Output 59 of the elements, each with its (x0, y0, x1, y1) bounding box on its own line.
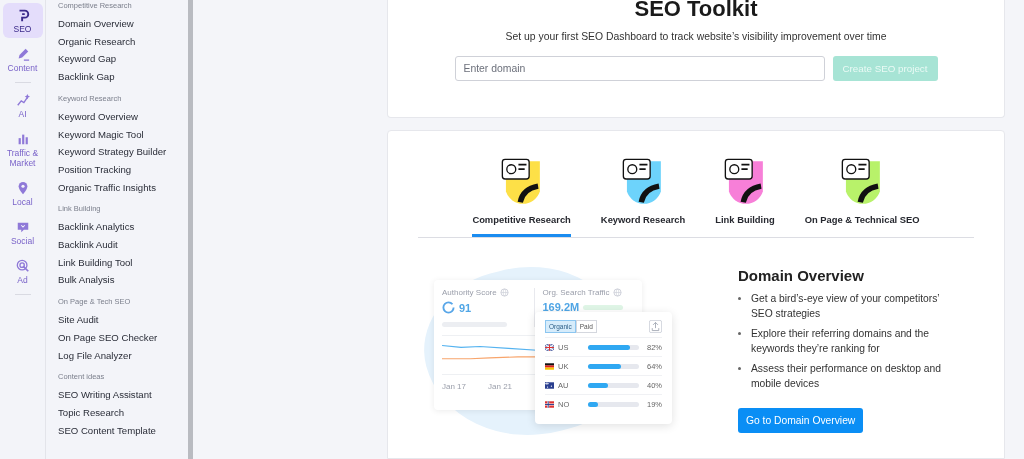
subtitle: Set up your first SEO Dashboard to track website’s visibility improvement over time (505, 31, 887, 42)
scrollbar[interactable] (188, 0, 193, 459)
rail-item[interactable]: Ad (2, 254, 43, 289)
target-icon (15, 259, 30, 273)
bullet-text: Get a bird’s-eye view of your competitors’ SEO strategies (751, 292, 941, 321)
menu-item[interactable]: Keyword Magic Tool (58, 125, 188, 144)
page-title: SEO Toolkit (634, 0, 758, 23)
metric-value: 169.2M (542, 301, 580, 313)
globe-icon (612, 288, 622, 297)
upload-icon[interactable] (649, 320, 662, 333)
sparkle-icon (15, 93, 30, 107)
tab[interactable]: Competitive Research (472, 204, 571, 237)
menu-item[interactable]: On Page SEO Checker (58, 328, 188, 347)
menu-item[interactable]: Bulk Analysis (58, 271, 188, 290)
tab[interactable]: Keyword Research (600, 204, 686, 237)
flag-icon (545, 400, 554, 408)
flag-icon (545, 362, 554, 370)
menu-item[interactable]: SEO Writing Assistant (58, 386, 188, 404)
menu-item[interactable]: Link Building Tool (58, 253, 188, 272)
metric-label: Authority Score (442, 288, 497, 297)
globe-icon (499, 288, 509, 297)
axis-label: Jan 17 (442, 382, 467, 391)
menu-item[interactable]: Organic Traffic Insights (58, 178, 188, 197)
metric-label: Org. Search Traffic (542, 288, 610, 297)
menu-item[interactable]: Keyword Gap (58, 50, 188, 69)
bullet-text: Assess their performance on desktop and mobile devices (751, 362, 943, 391)
bullet-icon (738, 332, 741, 335)
tab[interactable]: Link Building (715, 204, 775, 237)
rail-item[interactable]: Content (2, 42, 43, 77)
feature-title: Domain Overview (738, 267, 865, 284)
rail-item[interactable]: Social (2, 215, 43, 250)
bullet-icon (738, 367, 741, 370)
menu-item[interactable]: Keyword Strategy Builder (58, 143, 188, 161)
chat-icon (15, 220, 30, 234)
menu-item[interactable]: Keyword Overview (58, 107, 188, 126)
menu-item[interactable]: Backlink Analytics (58, 218, 188, 237)
rail-item[interactable]: AI (2, 88, 43, 123)
menu-item[interactable]: Domain Overview (58, 15, 188, 33)
menu-item[interactable]: Backlink Gap (58, 68, 188, 86)
menu-item[interactable]: SEO Content Template (58, 421, 188, 440)
rail-item[interactable]: Local (2, 176, 43, 211)
placeholder-bar (583, 304, 624, 310)
flag-icon (545, 381, 554, 389)
bullet-icon (738, 297, 741, 300)
menu-item[interactable]: Position Tracking (58, 160, 188, 179)
menu-item[interactable]: Log File Analyzer (58, 346, 188, 365)
flag-icon (545, 343, 554, 351)
metric-value: 91 (459, 301, 472, 314)
menu-item[interactable]: Backlink Audit (58, 236, 188, 254)
bullet-text: Explore their referring domains and the keywords they’re ranking for (751, 327, 930, 356)
menu-item[interactable]: Organic Research (58, 32, 188, 51)
menu-item[interactable]: Site Audit (58, 311, 188, 329)
rail-item[interactable]: SEO (2, 3, 43, 38)
axis-label: Jan 21 (488, 382, 513, 391)
ring-icon (442, 301, 455, 314)
menu-item[interactable]: Topic Research (58, 403, 188, 422)
domain-input[interactable]: Enter domain (454, 56, 825, 81)
tab[interactable]: On Page & Technical SEO (804, 204, 920, 237)
rail-item[interactable]: Traffic & Market (2, 127, 43, 172)
